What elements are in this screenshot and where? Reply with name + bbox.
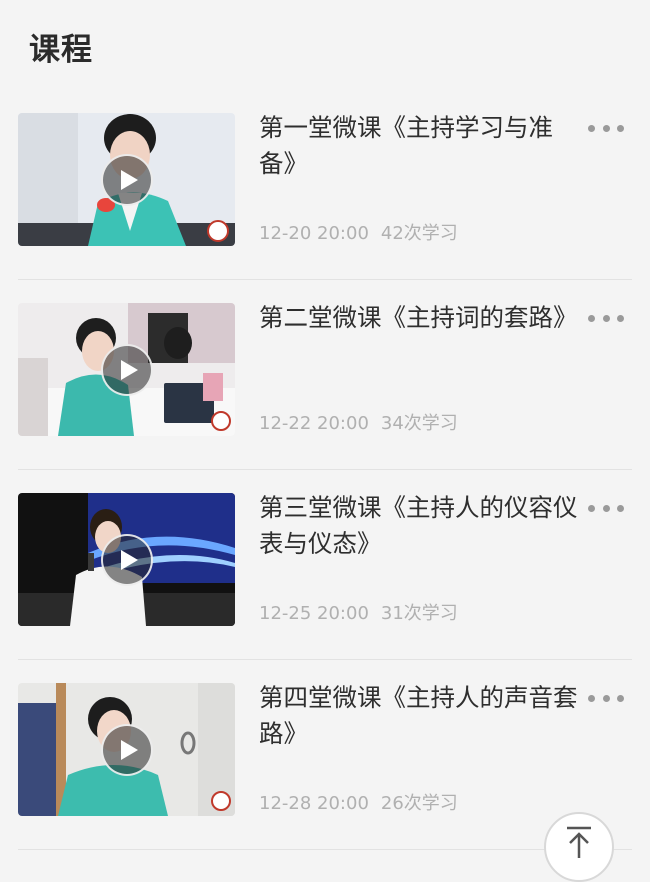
play-icon xyxy=(120,739,138,760)
study-count: 31次学习 xyxy=(380,603,458,624)
course-title[interactable]: 第二堂微课《主持词的套路》 xyxy=(259,300,589,336)
study-count: 34次学习 xyxy=(380,413,458,434)
play-button[interactable] xyxy=(100,343,153,396)
video-thumbnail[interactable] xyxy=(18,303,235,436)
video-thumbnail[interactable] xyxy=(18,113,235,246)
more-icon[interactable] xyxy=(588,123,624,133)
more-icon[interactable] xyxy=(588,313,624,323)
list-item[interactable]: 第四堂微课《主持人的声音套路》 12-28 20:00 26次学习 xyxy=(0,660,650,850)
more-icon[interactable] xyxy=(588,693,624,703)
back-to-top-button[interactable] xyxy=(544,812,614,882)
course-date: 12-20 20:00 xyxy=(259,223,369,244)
course-meta: 12-20 20:00 42次学习 xyxy=(259,221,458,247)
video-thumbnail[interactable] xyxy=(18,683,235,816)
course-title[interactable]: 第四堂微课《主持人的声音套路》 xyxy=(259,680,589,752)
play-icon xyxy=(120,549,138,570)
play-icon xyxy=(120,359,138,380)
course-meta: 12-25 20:00 31次学习 xyxy=(259,601,458,627)
play-button[interactable] xyxy=(100,723,153,776)
list-item[interactable]: 第一堂微课《主持学习与准备》 12-20 20:00 42次学习 xyxy=(0,90,650,280)
course-date: 12-22 20:00 xyxy=(259,413,369,434)
play-icon xyxy=(120,169,138,190)
more-icon[interactable] xyxy=(588,503,624,513)
video-thumbnail[interactable] xyxy=(18,493,235,626)
course-meta: 12-28 20:00 26次学习 xyxy=(259,791,458,817)
play-button[interactable] xyxy=(100,153,153,206)
study-count: 26次学习 xyxy=(380,793,458,814)
course-list: 第一堂微课《主持学习与准备》 12-20 20:00 42次学习 第二堂微课《主… xyxy=(0,90,650,850)
arrow-up-icon xyxy=(567,826,591,858)
course-title[interactable]: 第三堂微课《主持人的仪容仪表与仪态》 xyxy=(259,490,589,562)
divider xyxy=(18,849,632,850)
course-title[interactable]: 第一堂微课《主持学习与准备》 xyxy=(259,110,589,182)
course-date: 12-25 20:00 xyxy=(259,603,369,624)
study-count: 42次学习 xyxy=(380,223,458,244)
course-meta: 12-22 20:00 34次学习 xyxy=(259,411,458,437)
course-date: 12-28 20:00 xyxy=(259,793,369,814)
list-item[interactable]: 第二堂微课《主持词的套路》 12-22 20:00 34次学习 xyxy=(0,280,650,470)
list-item[interactable]: 第三堂微课《主持人的仪容仪表与仪态》 12-25 20:00 31次学习 xyxy=(0,470,650,660)
page-title: 课程 xyxy=(29,32,93,68)
play-button[interactable] xyxy=(100,533,153,586)
